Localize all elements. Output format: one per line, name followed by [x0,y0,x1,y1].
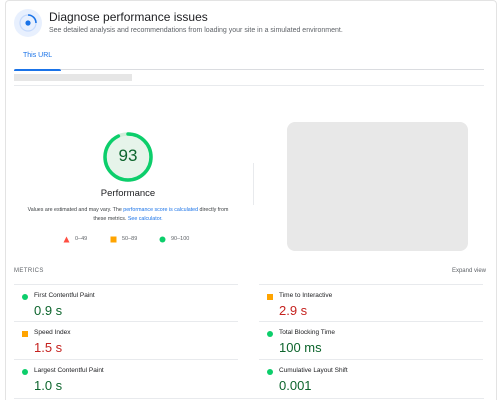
url-placeholder-bar [14,74,132,81]
good-circle-icon [22,294,28,300]
metric-cumulative-layout-shift: Cumulative Layout Shift 0.001 [259,359,483,395]
vertical-divider [253,163,254,205]
average-square-icon [267,294,273,300]
circle-icon [159,236,166,243]
tab-bar: This URL [14,48,484,71]
performance-score: 93 [118,146,138,165]
expand-view-toggle[interactable]: Expand view [452,268,486,274]
metric-time-to-interactive: Time to Interactive 2.9 s [259,284,483,320]
note-text-1: Values are estimated and may vary. The [27,207,124,213]
section-title: Diagnose performance issues [49,10,208,24]
speed-gauge-icon [14,9,42,37]
metric-name: Speed Index [34,329,71,336]
metric-name: Largest Contentful Paint [34,367,104,374]
metric-name: Total Blocking Time [279,329,335,336]
metric-value: 0.9 s [34,303,63,318]
see-calculator-link[interactable]: See calculator. [128,216,163,222]
metric-name: Cumulative Layout Shift [279,367,348,374]
good-circle-icon [267,369,273,375]
metric-value: 2.9 s [279,303,308,318]
tab-label: This URL [23,52,53,59]
triangle-icon [63,236,70,243]
metric-largest-contentful-paint: Largest Contentful Paint 1.0 s [14,359,238,395]
legend-range: 90–100 [171,236,190,242]
legend-range: 0–49 [75,236,88,242]
metric-speed-index: Speed Index 1.5 s [14,321,238,357]
metric-name: Time to Interactive [279,292,333,299]
legend-range: 50–89 [122,236,138,242]
score-calculated-link[interactable]: performance score is calculated [123,207,198,213]
page-screenshot-placeholder [287,122,468,251]
performance-label: Performance [100,188,156,199]
divider [14,85,484,86]
score-legend: 0–49 50–89 90–100 [60,235,210,245]
active-tab-indicator [14,69,62,71]
metric-total-blocking-time: Total Blocking Time 100 ms [259,321,483,357]
tab-this-url[interactable]: This URL [14,48,62,71]
metric-first-contentful-paint: First Contentful Paint 0.9 s [14,284,238,320]
metrics-heading: METRICS [14,268,44,274]
metric-value: 1.0 s [34,378,63,393]
good-circle-icon [22,369,28,375]
metric-value: 1.5 s [34,340,63,355]
average-square-icon [22,331,28,337]
good-circle-icon [267,331,273,337]
section-header: Diagnose performance issues See detailed… [14,9,484,39]
divider [14,398,484,399]
score-note: Values are estimated and may vary. The p… [26,206,230,224]
section-subtitle: See detailed analysis and recommendation… [49,27,343,34]
metric-value: 0.001 [279,378,312,393]
square-icon [110,236,117,243]
metric-value: 100 ms [279,340,322,355]
metric-name: First Contentful Paint [34,292,95,299]
